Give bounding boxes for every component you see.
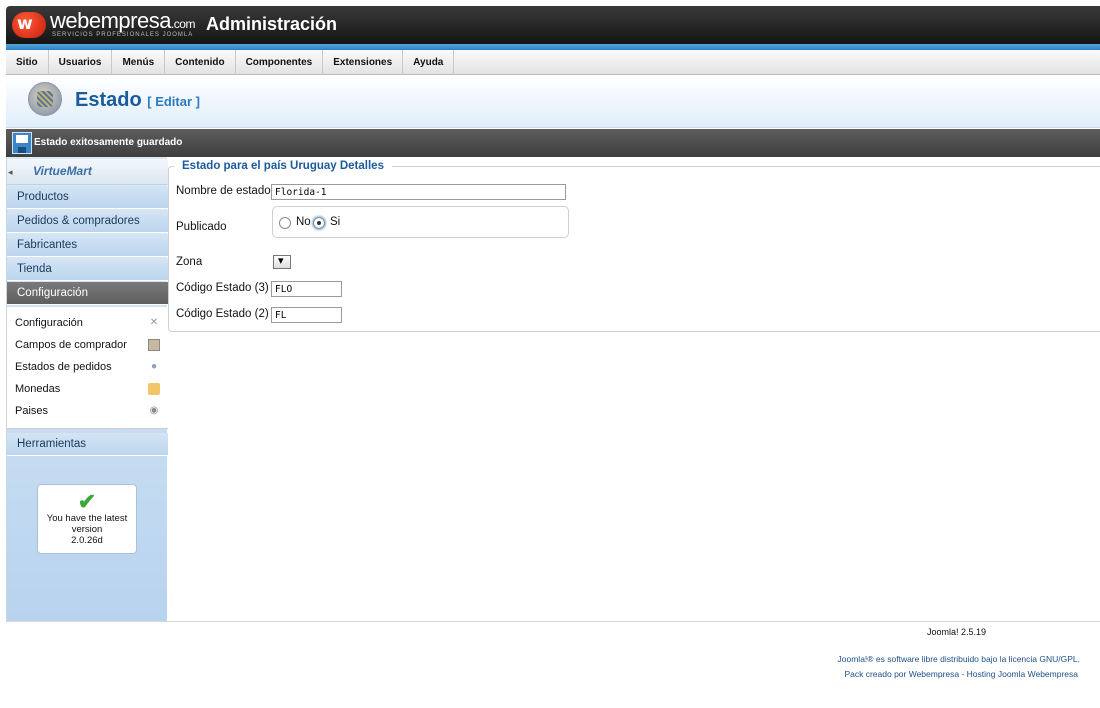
order-status-icon: ● — [150, 361, 158, 372]
version-text: You have the latest version — [46, 513, 128, 535]
sub-item-paises[interactable]: Paises ◉ — [15, 401, 160, 422]
version-box: ✔ You have the latest version 2.0.26d — [37, 484, 137, 554]
main-menu: Sitio Usuarios Menús Contenido Component… — [6, 50, 1100, 75]
sub-item-configuracion[interactable]: Configuración ✕ — [15, 313, 160, 334]
config-subpanel: Configuración ✕ Campos de comprador Esta… — [7, 307, 168, 429]
save-message: Estado exitosamente guardado — [34, 137, 183, 148]
published-yes-label: Si — [330, 216, 341, 228]
sub-item-campos[interactable]: Campos de comprador — [15, 335, 160, 356]
code3-input[interactable] — [271, 281, 342, 297]
published-no-label: No — [296, 216, 311, 228]
sidebar-item-pedidos[interactable]: Pedidos & compradores — [7, 210, 168, 233]
virtuemart-logo: VirtueMart — [33, 164, 92, 178]
user-fields-icon — [148, 339, 160, 351]
sidebar: ◂ VirtueMart Productos Pedidos & comprad… — [6, 157, 168, 621]
sidebar-item-herramientas[interactable]: Herramientas — [7, 433, 168, 456]
fieldset-legend: Estado para el país Uruguay Detalles — [174, 160, 392, 172]
webempresa-logo-icon: w — [12, 12, 46, 38]
globe-icon: ◉ — [149, 405, 159, 416]
zone-label: Zona — [176, 256, 203, 268]
state-name-input[interactable] — [271, 184, 566, 200]
sidebar-item-productos[interactable]: Productos — [7, 186, 168, 209]
published-yes-radio[interactable] — [313, 217, 325, 229]
code2-label: Código Estado (2) — [176, 308, 269, 320]
save-icon — [12, 132, 32, 154]
sidebar-item-fabricantes[interactable]: Fabricantes — [7, 234, 168, 257]
code3-label: Código Estado (3) — [176, 282, 269, 294]
menu-item-usuarios[interactable]: Usuarios — [49, 50, 113, 75]
sub-item-estados[interactable]: Estados de pedidos ● — [15, 357, 160, 378]
code2-input[interactable] — [271, 307, 342, 323]
virtuemart-brand[interactable]: ◂ VirtueMart — [7, 159, 168, 185]
footer-divider — [6, 621, 1100, 622]
joomla-version: Joomla! 2.5.19 — [927, 627, 987, 637]
wrench-icon: ✕ — [149, 317, 159, 328]
menu-item-extensiones[interactable]: Extensiones — [323, 50, 404, 75]
state-name-label: Nombre de estado — [176, 185, 271, 197]
sidebar-item-configuracion[interactable]: Configuración — [7, 282, 168, 305]
menu-item-ayuda[interactable]: Ayuda — [403, 50, 455, 75]
published-no-radio[interactable] — [279, 217, 291, 229]
license-link[interactable]: Joomla!® es software libre distribuido b… — [838, 654, 1080, 664]
published-label: Publicado — [176, 221, 227, 233]
coins-icon — [148, 383, 160, 395]
page-subtitle: [ Editar ] — [147, 94, 200, 109]
version-number: 2.0.26d — [71, 535, 103, 546]
menu-item-componentes[interactable]: Componentes — [236, 50, 324, 75]
message-bar: Estado exitosamente guardado — [6, 129, 1100, 157]
collapse-arrow-icon[interactable]: ◂ — [8, 167, 13, 178]
admin-title: Administración — [206, 14, 338, 34]
check-icon: ✔ — [77, 489, 97, 514]
published-radio-group: No Si — [272, 206, 569, 238]
top-header: w webempresa.com SERVICIOS PROFESIONALES… — [6, 6, 1100, 44]
menu-item-menus[interactable]: Menús — [112, 50, 166, 75]
logo-text: webempresa.com — [50, 8, 195, 33]
sidebar-item-tienda[interactable]: Tienda — [7, 258, 168, 281]
state-globe-icon — [28, 82, 62, 116]
menu-item-contenido[interactable]: Contenido — [165, 50, 236, 75]
menu-item-sitio[interactable]: Sitio — [6, 50, 49, 75]
zone-select[interactable] — [273, 254, 291, 269]
page-title: Estado [ Editar ] — [75, 89, 200, 111]
title-band: Estado [ Editar ] — [6, 76, 1100, 128]
pack-link[interactable]: Pack creado por Webempresa - Hosting Joo… — [844, 669, 1078, 679]
sub-item-monedas[interactable]: Monedas — [15, 379, 160, 400]
logo-tagline: SERVICIOS PROFESIONALES JOOMLA — [52, 32, 194, 38]
